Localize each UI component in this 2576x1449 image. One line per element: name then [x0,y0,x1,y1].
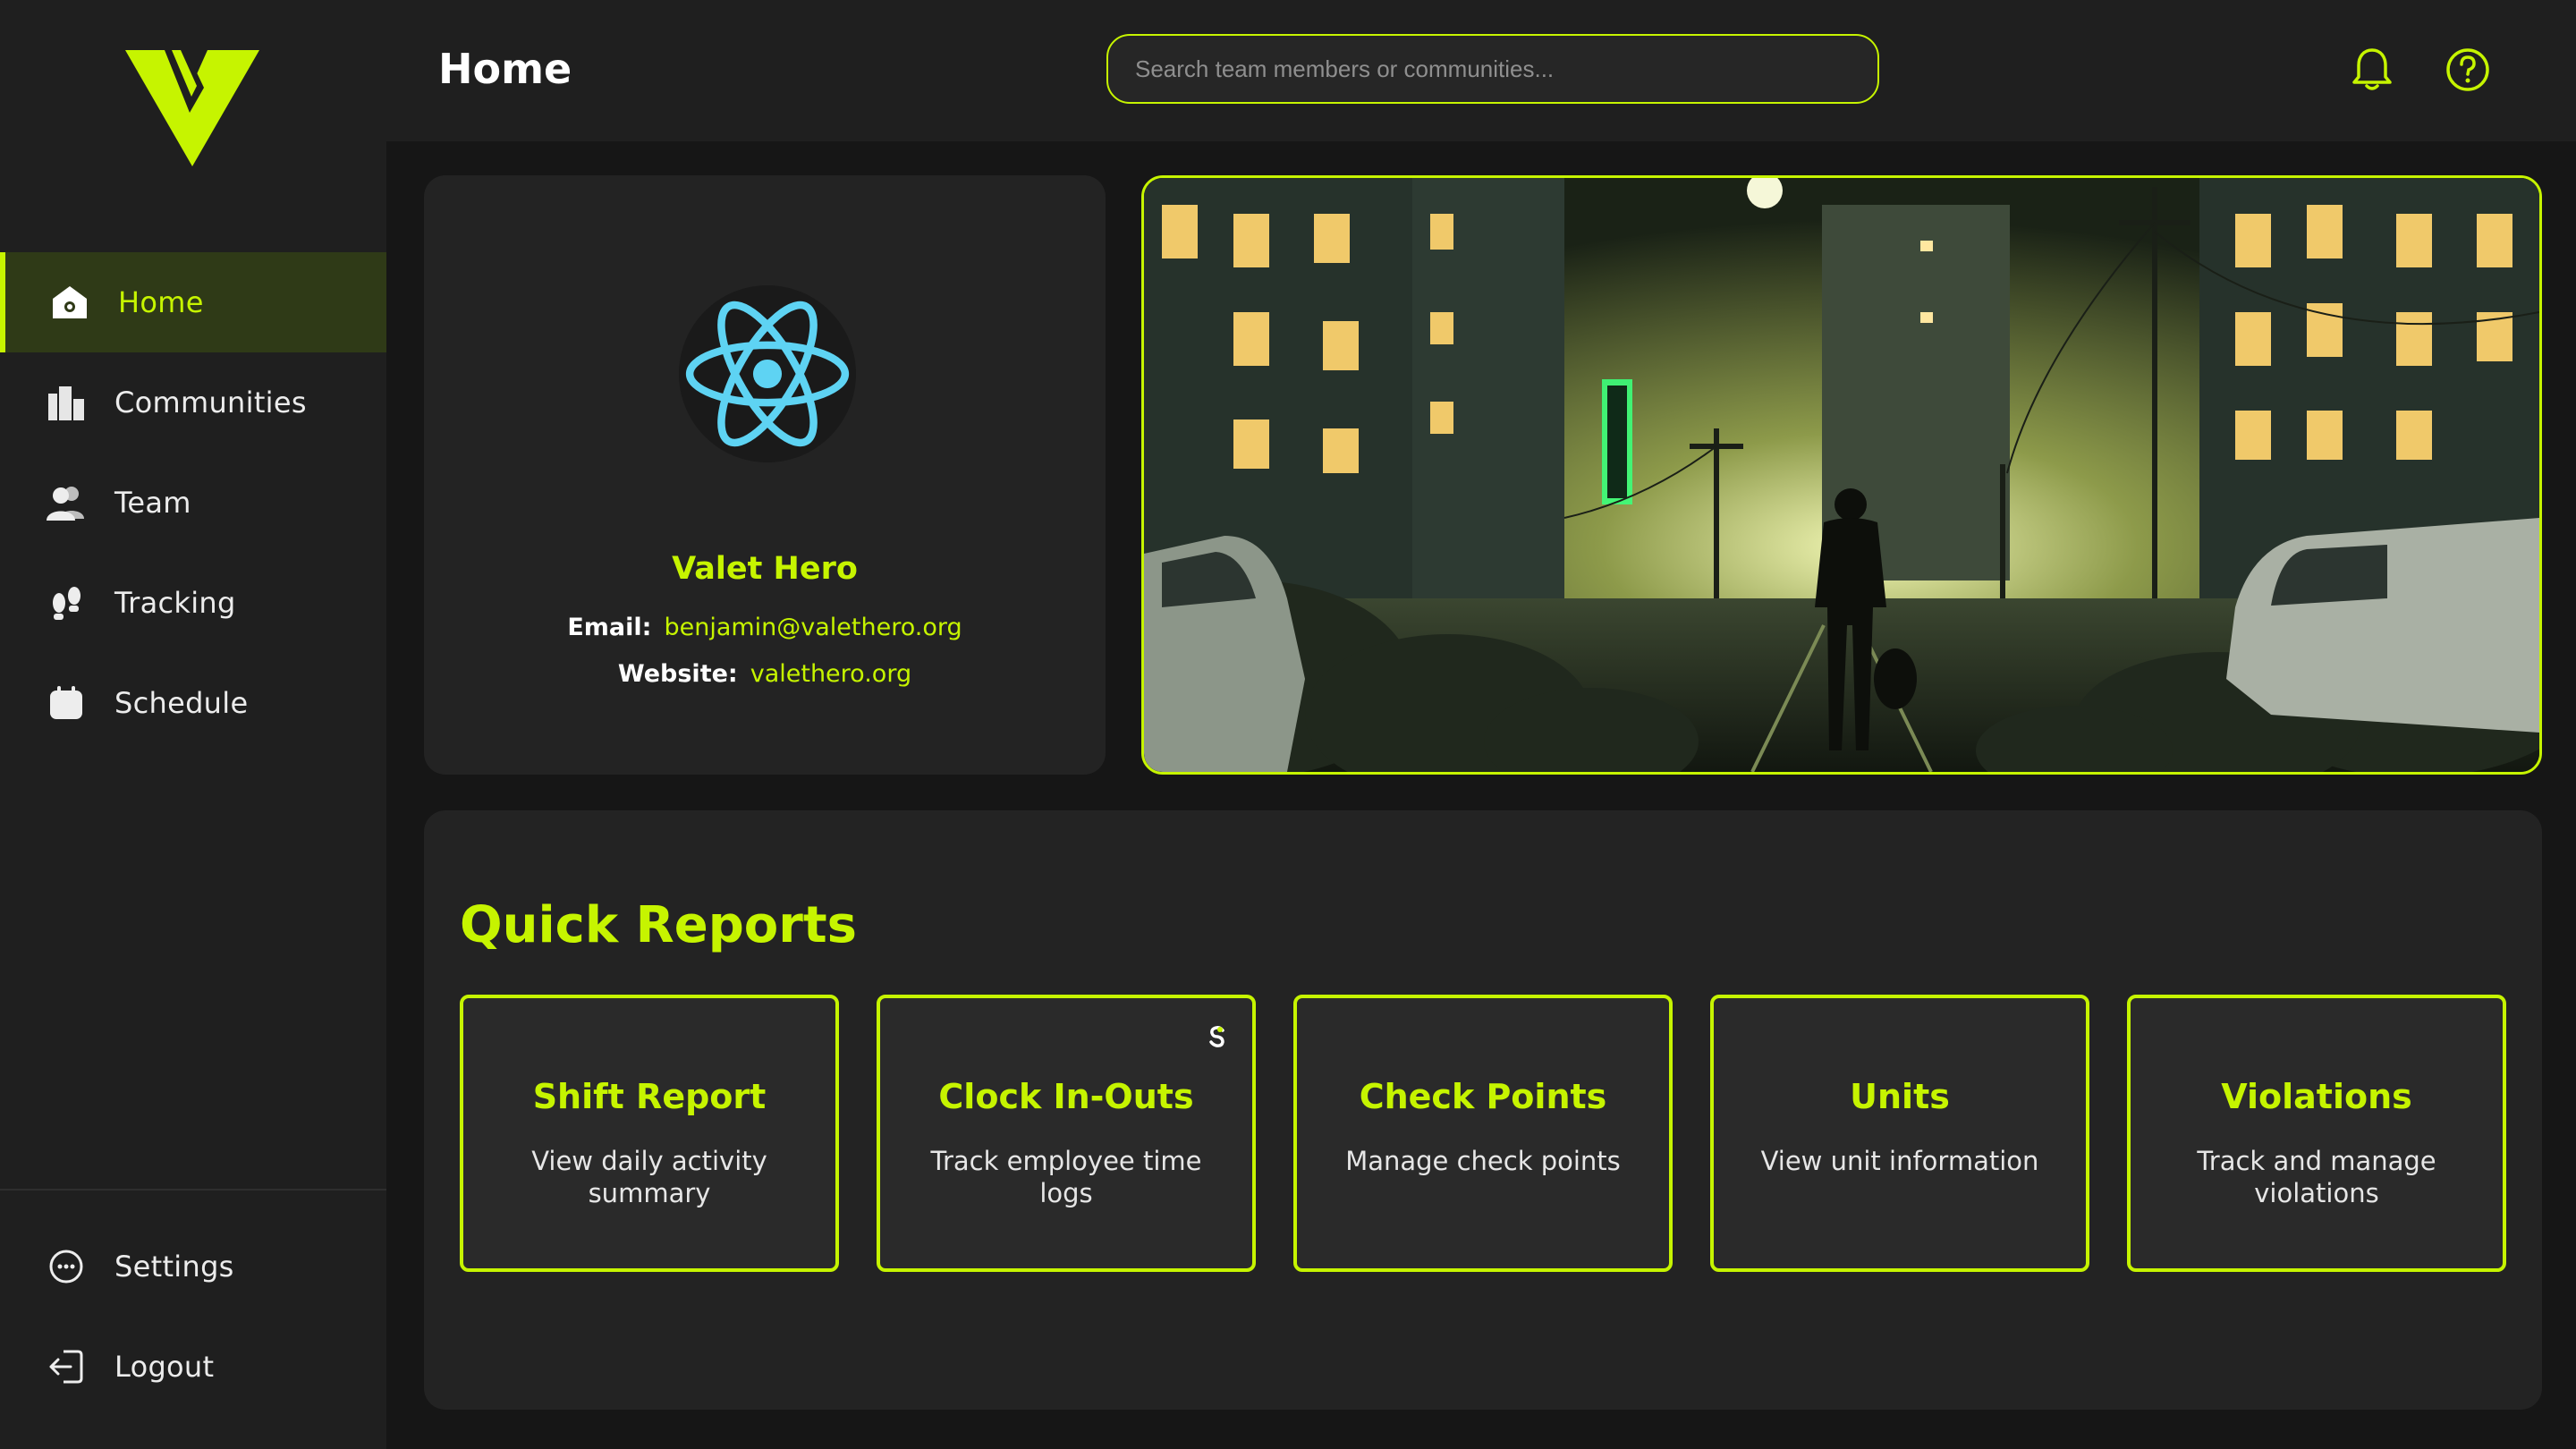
sidebar-item-label: Schedule [114,686,249,720]
report-card-clock-in-outs[interactable]: Clock In-Outs Track employee time logs [877,995,1256,1272]
report-card-description: Track and manage violations [2197,1146,2436,1208]
sidebar-item-label: Team [114,486,191,520]
report-card-description: Manage check points [1345,1146,1621,1176]
sidebar-item-settings[interactable]: Settings [0,1216,386,1317]
report-card-title: Units [1850,1077,1950,1116]
profile-email-row: Email: benjamin@valethero.org [424,614,1106,641]
page-title: Home [438,45,572,93]
profile-card: Valet Hero Email: benjamin@valethero.org … [424,175,1106,775]
sidebar-item-label: Communities [114,386,307,419]
bell-icon[interactable] [2347,45,2397,95]
help-icon[interactable] [2443,45,2493,95]
website-link[interactable]: valethero.org [750,660,911,688]
report-card-units[interactable]: Units View unit information [1710,995,2089,1272]
quick-reports-title: Quick Reports [460,896,857,954]
profile-website-row: Website: valethero.org [424,660,1106,688]
sidebar-item-communities[interactable]: Communities [0,352,386,453]
sidebar-item-label: Settings [114,1250,234,1284]
report-card-check-points[interactable]: Check Points Manage check points [1293,995,1673,1272]
sidebar-bottom-nav: Settings Logout [0,1216,386,1417]
quick-reports-panel: Quick Reports Shift Report View daily ac… [424,810,2542,1410]
email-link[interactable]: benjamin@valethero.org [664,614,962,641]
sidebar: Home Communities Team Tracking Schedule [0,0,386,1449]
report-card-title: Check Points [1359,1077,1607,1116]
sidebar-item-schedule[interactable]: Schedule [0,653,386,753]
sidebar-item-home[interactable]: Home [0,252,386,352]
brand-logo[interactable] [125,50,259,166]
sidebar-item-tracking[interactable]: Tracking [0,553,386,653]
home-icon [50,283,89,322]
hero-banner-image [1141,175,2542,775]
website-label: Website: [617,660,738,688]
calendar-icon [47,683,86,723]
react-logo-icon [685,301,850,447]
report-card-title: Violations [2221,1077,2412,1116]
team-icon [47,483,86,522]
sidebar-divider [0,1189,386,1191]
report-card-title: Shift Report [532,1077,767,1116]
report-card-violations[interactable]: Violations Track and manage violations [2127,995,2506,1272]
sidebar-item-label: Home [118,285,204,319]
sidebar-item-team[interactable]: Team [0,453,386,553]
top-bar: Home [386,0,2576,141]
profile-name: Valet Hero [672,551,858,587]
main-content: Valet Hero Email: benjamin@valethero.org … [386,141,2576,1449]
footprints-icon [47,583,86,623]
buildings-icon [47,383,86,422]
report-card-description: Track employee time logs [930,1146,1202,1208]
sidebar-item-label: Logout [114,1350,215,1384]
sidebar-nav: Home Communities Team Tracking Schedule [0,252,386,753]
settings-icon [47,1247,86,1286]
search-input[interactable] [1106,34,1879,104]
report-card-shift-report[interactable]: Shift Report View daily activity summary [460,995,839,1272]
status-badge-icon [1209,1026,1224,1047]
logout-icon [47,1347,86,1386]
email-label: Email: [567,614,652,641]
sidebar-item-logout[interactable]: Logout [0,1317,386,1417]
sidebar-item-label: Tracking [114,586,236,620]
report-card-description: View unit information [1760,1146,2039,1176]
report-card-title: Clock In-Outs [938,1077,1194,1116]
avatar[interactable] [679,285,856,462]
report-card-description: View daily activity summary [531,1146,767,1208]
